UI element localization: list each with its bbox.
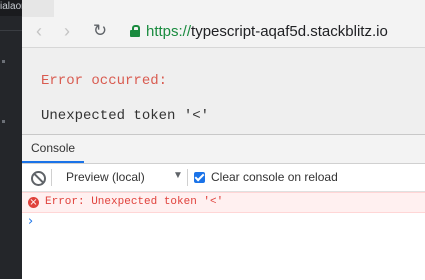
toolbar-divider [187,169,188,186]
editor-divider [0,30,22,31]
browser-tab-strip [22,0,425,17]
preview-page: Error occurred: Unexpected token '<' [22,48,425,134]
error-message: Unexpected token '<' [41,108,210,124]
editor-tab-bar: ialaoralf. [0,0,38,16]
editor-marker [2,120,5,123]
forward-icon[interactable]: › [56,20,78,42]
console-prompt[interactable]: › [22,213,425,231]
url-host: typescript-aqaf5d.stackblitz.io [191,23,388,40]
devtools-panel: Console Preview (local) ▼ Clear console … [22,134,425,280]
lock-icon[interactable] [130,25,140,37]
dropdown-arrow-icon: ▼ [173,170,183,181]
browser-address-bar: ‹ › ↻ https://typescript-aqaf5d.stackbli… [22,17,425,48]
context-selector[interactable]: Preview (local) ▼ [58,167,185,188]
browser-tab[interactable] [22,0,54,17]
error-icon: × [28,197,39,208]
error-heading: Error occurred: [41,73,168,89]
editor-marker [2,60,5,63]
back-icon[interactable]: ‹ [28,20,50,42]
tab-console[interactable]: Console [22,135,85,163]
clear-on-reload-checkbox[interactable] [194,172,205,183]
url-scheme: https:// [146,23,192,40]
reload-icon[interactable]: ↻ [89,20,111,42]
devtools-tab-bar: Console [22,135,425,164]
console-error-message: × Error: Unexpected token '<' [22,192,425,213]
editor-panel-edge: ialaoralf. [0,0,38,279]
url-field[interactable]: https://typescript-aqaf5d.stackblitz.io [146,23,388,40]
clear-on-reload-label[interactable]: Clear console on reload [211,170,338,184]
clear-console-icon[interactable] [31,171,46,186]
context-selector-label: Preview (local) [66,170,145,184]
prompt-chevron-icon: › [28,214,34,229]
toolbar-divider [51,169,52,186]
console-toolbar: Preview (local) ▼ Clear console on reloa… [22,164,425,192]
console-error-text: Error: Unexpected token '<' [45,196,224,208]
